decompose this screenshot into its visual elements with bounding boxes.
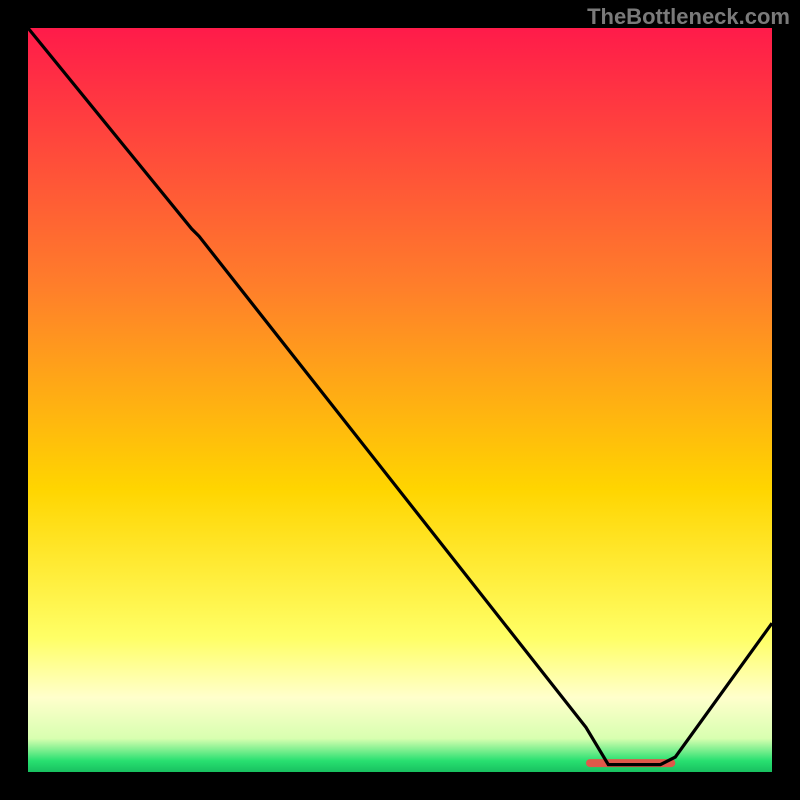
chart-svg bbox=[28, 28, 772, 772]
gradient-background bbox=[28, 28, 772, 772]
chart-frame: TheBottleneck.com bbox=[0, 0, 800, 800]
plot-area bbox=[28, 28, 772, 772]
watermark-text: TheBottleneck.com bbox=[587, 4, 790, 30]
